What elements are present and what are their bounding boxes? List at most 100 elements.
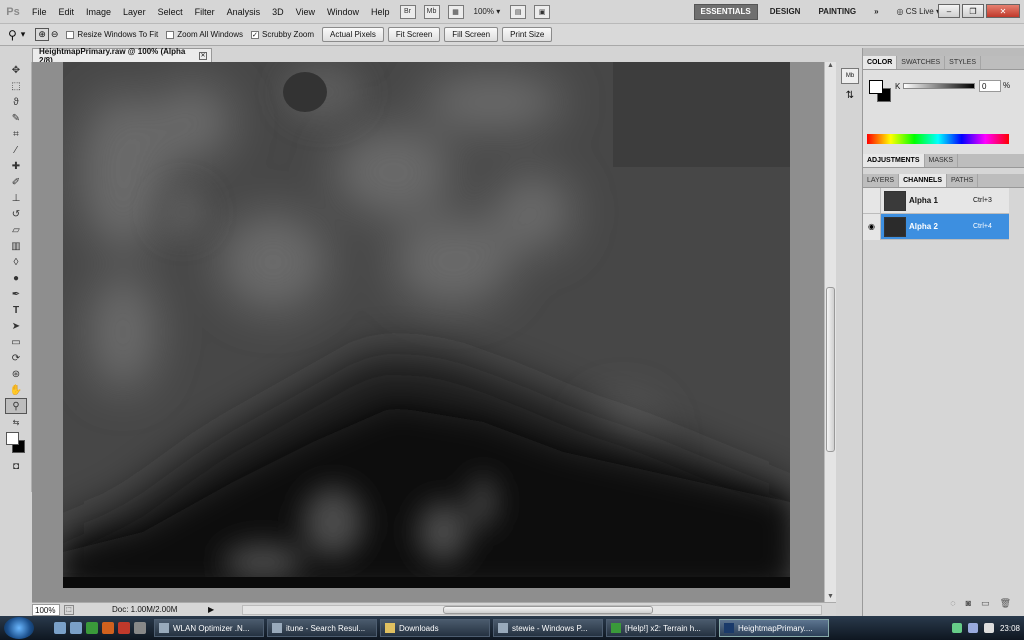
zoom-out-icon[interactable]: ⊖ [51,29,59,40]
menu-analysis[interactable]: Analysis [221,0,267,24]
vertical-scrollbar[interactable]: ▲ ▼ [824,62,836,602]
clock[interactable]: 23:08 [1000,624,1020,633]
close-document-icon[interactable]: ✕ [199,51,207,60]
color-spectrum-ramp[interactable] [867,134,1009,144]
menu-layer[interactable]: Layer [117,0,152,24]
eraser-tool-icon[interactable]: ▱ [5,222,27,238]
menu-view[interactable]: View [290,0,321,24]
pen-tool-icon[interactable]: ✒ [5,286,27,302]
history-brush-tool-icon[interactable]: ↺ [5,206,27,222]
zoom-in-icon[interactable]: ⊕ [35,28,49,41]
tab-masks[interactable]: MASKS [925,154,959,167]
taskbar-item[interactable]: WLAN Optimizer .N... [154,619,264,637]
panel-foreground-swatch[interactable] [869,80,883,94]
taskbar-item[interactable]: [Help!] x2: Terrain h... [606,619,716,637]
tab-layers[interactable]: LAYERS [863,174,900,187]
scrubby-zoom-checkbox[interactable]: ✓ Scrubby Zoom [250,30,314,39]
document-tab[interactable]: HeightmapPrimary.raw @ 100% (Alpha 2/8) … [32,47,212,65]
status-menu-arrow-icon[interactable]: ▶ [208,605,214,614]
taskbar-item[interactable]: itune - Search Resul... [267,619,377,637]
healing-brush-tool-icon[interactable]: ✚ [5,158,27,174]
network-icon[interactable] [967,623,978,633]
document-area[interactable] [32,62,828,602]
browser-icon[interactable] [86,622,98,634]
mini-bridge-icon[interactable]: Mb [423,4,440,19]
mini-bridge-panel-icon[interactable]: Mb [841,68,859,84]
screen-mode-icon[interactable]: ▣ [534,4,551,19]
shape-tool-icon[interactable]: ▭ [5,334,27,350]
workspace-design[interactable]: DESIGN [764,4,807,20]
quick-launch-icon[interactable] [134,622,146,634]
tray-icon[interactable] [951,623,962,633]
fill-screen-button[interactable]: Fill Screen [444,27,499,42]
workspace-painting[interactable]: PAINTING [812,4,862,20]
marquee-tool-icon[interactable]: ⬚ [5,78,27,94]
taskbar-item[interactable]: stewie - Windows P... [493,619,603,637]
blur-tool-icon[interactable]: ◊ [5,254,27,270]
resize-windows-checkbox[interactable]: Resize Windows To Fit [66,30,158,39]
vertical-scroll-thumb[interactable] [826,287,835,452]
taskbar-item[interactable]: Downloads [380,619,490,637]
tool-preset-dropdown[interactable]: ▾ [21,29,26,40]
quick-select-tool-icon[interactable]: ✎ [5,110,27,126]
move-tool-icon[interactable]: ✥ [5,62,27,78]
workspace-essentials[interactable]: ESSENTIALS [693,3,758,20]
workspace-overflow-button[interactable]: » [868,4,884,20]
volume-icon[interactable] [983,623,994,633]
switch-windows-icon[interactable] [70,622,82,634]
panel-collapse-bar[interactable] [863,48,1024,56]
clone-stamp-tool-icon[interactable]: ⊥ [5,190,27,206]
delete-channel-icon[interactable]: 🗑 [1000,598,1011,612]
minimize-button[interactable]: – [938,4,960,18]
zoom-level-select[interactable]: 100% ▾ [474,7,501,16]
swap-colors-icon[interactable]: ⇆ [5,414,27,430]
show-desktop-icon[interactable] [54,622,66,634]
menu-window[interactable]: Window [321,0,365,24]
menu-filter[interactable]: Filter [189,0,221,24]
media-icon[interactable] [118,622,130,634]
menu-select[interactable]: Select [152,0,189,24]
eye-icon[interactable]: ◉ [863,213,881,240]
firefox-icon[interactable] [102,622,114,634]
3d-orbit-tool-icon[interactable]: ⊛ [5,366,27,382]
quick-mask-icon[interactable]: ◘ [5,458,27,474]
path-selection-tool-icon[interactable]: ➤ [5,318,27,334]
menu-3d[interactable]: 3D [266,0,290,24]
crop-tool-icon[interactable]: ⌗ [5,126,27,142]
channel-row-selected[interactable]: ◉ Alpha 2 Ctrl+4 [863,213,1009,240]
foreground-color-swatch[interactable] [6,432,19,445]
save-selection-icon[interactable]: ◙ [966,598,971,612]
launch-bridge-icon[interactable]: Br [399,4,416,19]
gradient-tool-icon[interactable]: ▥ [5,238,27,254]
tab-channels[interactable]: CHANNELS [899,174,947,187]
horizontal-scrollbar[interactable] [242,605,822,615]
tab-paths[interactable]: PATHS [947,174,979,187]
k-channel-slider[interactable] [903,83,975,89]
restore-button[interactable]: ❐ [962,4,984,18]
close-button[interactable]: ✕ [986,4,1020,18]
menu-help[interactable]: Help [365,0,396,24]
load-selection-icon[interactable]: ◌ [950,598,955,612]
brush-tool-icon[interactable]: ✐ [5,174,27,190]
hand-tool-icon[interactable]: ✋ [5,382,27,398]
actual-pixels-button[interactable]: Actual Pixels [322,27,384,42]
tab-styles[interactable]: STYLES [945,56,982,69]
fit-screen-button[interactable]: Fit Screen [387,27,441,42]
tab-adjustments[interactable]: ADJUSTMENTS [863,154,925,167]
3d-rotate-tool-icon[interactable]: ⟳ [5,350,27,366]
zoom-tool-icon[interactable]: ⚲ [8,28,17,42]
tab-swatches[interactable]: SWATCHES [897,56,946,69]
zoom-all-windows-checkbox[interactable]: Zoom All Windows [166,30,243,39]
zoom-percentage-field[interactable]: 100% [32,603,60,616]
taskbar-item-active[interactable]: HeightmapPrimary.... [719,619,829,637]
eyedropper-tool-icon[interactable]: ⁄ [5,142,27,158]
heightmap-canvas[interactable] [63,62,790,588]
lasso-tool-icon[interactable]: ϑ [5,94,27,110]
menu-image[interactable]: Image [80,0,117,24]
type-tool-icon[interactable]: T [5,302,27,318]
k-channel-value-field[interactable]: 0 [979,80,1001,92]
status-export-icon[interactable]: ⬚ [64,604,74,615]
menu-file[interactable]: File [26,0,53,24]
start-button[interactable] [4,617,34,639]
dodge-tool-icon[interactable]: ● [5,270,27,286]
